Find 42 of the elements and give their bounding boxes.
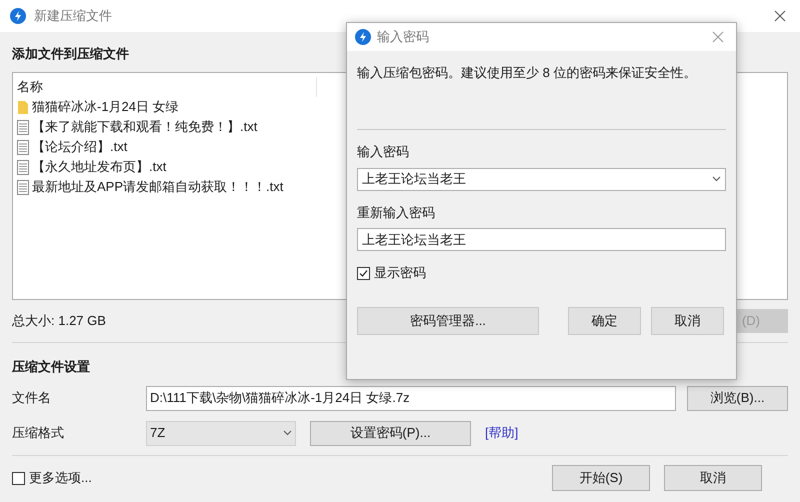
folder-icon [17,100,29,114]
file-name[interactable]: 【来了就能下载和观看！纯免费！】.txt [32,117,258,137]
format-select[interactable]: 7Z [146,420,296,446]
dialog-button[interactable]: 取消 [651,307,724,335]
file-name[interactable]: 【永久地址发布页】.txt [32,157,166,177]
close-icon[interactable] [774,10,786,22]
section-title: 添加文件到压缩文件 [12,45,130,62]
total-size: 总大小: 1.27 GB [12,312,106,330]
dialog-title: 输入密码 [377,28,429,46]
column-header[interactable]: 名称 [17,77,317,97]
dialog-button[interactable]: 开始(S) [552,465,650,491]
document-icon [17,120,29,134]
field-label: 压缩格式 [12,424,65,442]
app-logo-icon [10,8,26,24]
checkbox-label: 显示密码 [374,264,426,282]
browse-button[interactable]: 浏览(B)... [687,386,788,410]
password-combobox[interactable]: 上老王论坛当老王 [357,168,726,190]
dialog-button[interactable]: 取消 [664,465,762,491]
field-label: 输入密码 [357,143,410,161]
dialog-message: 输入压缩包密码。建议使用至少 8 位的密码来保证安全性。 [357,64,698,82]
document-icon [17,140,29,154]
checkbox-label: 更多选项... [29,469,92,488]
file-name[interactable]: 最新地址及APP请发邮箱自动获取！！！.txt [32,177,284,197]
document-icon [17,180,29,194]
dialog-button[interactable]: 确定 [568,307,641,335]
document-icon [17,160,29,174]
confirm-password-field[interactable]: 上老王论坛当老王 [357,228,726,251]
caret-icon [283,430,292,436]
section-title: 压缩文件设置 [12,358,91,375]
help-link[interactable]: [帮助] [485,423,518,443]
file-name[interactable]: 【论坛介绍】.txt [32,137,128,157]
app-logo-icon [355,29,371,45]
caret-icon [712,176,721,182]
field-label: 文件名 [12,389,52,408]
file-name[interactable]: 猫猫碎冰冰-1月24日 女绿 [32,97,179,117]
field-label: 重新输入密码 [357,204,436,222]
window-title: 新建压缩文件 [34,7,112,26]
checkbox[interactable] [357,266,370,280]
set-password-button[interactable]: 设置密码(P)... [310,420,471,446]
filename-field[interactable]: D:\111下载\杂物\猫猫碎冰冰-1月24日 女绿.7z [146,386,676,410]
checkbox[interactable] [12,472,25,484]
password-manager-button[interactable]: 密码管理器... [357,307,539,335]
